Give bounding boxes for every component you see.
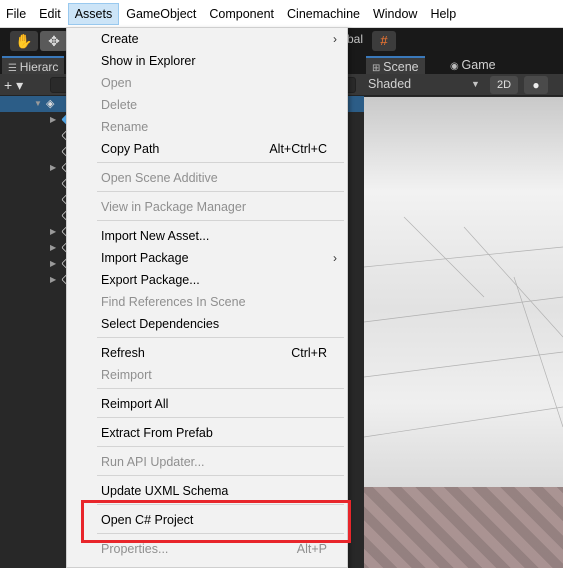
- menu-item-label: Import Package: [101, 251, 189, 265]
- lighting-toggle-icon[interactable]: ●: [524, 76, 548, 94]
- tab-game-label: Game: [461, 58, 496, 72]
- tab-hierarchy-label: Hierarc: [19, 60, 59, 74]
- scene-panel: ⊞ Scene ◉ Game Shaded ▼ 2D ●: [364, 54, 563, 568]
- highlight-box: [81, 500, 351, 543]
- scene-tab-bar: ⊞ Scene ◉ Game: [364, 54, 563, 74]
- menu-item-label: Create: [101, 32, 139, 46]
- menu-item-label: Select Dependencies: [101, 317, 220, 331]
- menu-item-find-references[interactable]: Find References In Scene: [67, 291, 347, 313]
- scene-floor: [364, 487, 563, 568]
- tab-scene-label: Scene: [383, 60, 419, 74]
- expand-arrow-icon[interactable]: ▶: [50, 163, 56, 172]
- menu-item-open-scene-additive[interactable]: Open Scene Additive: [67, 167, 347, 189]
- menu-help[interactable]: Help: [424, 3, 462, 25]
- menu-item-shortcut: Alt+Ctrl+C: [269, 142, 327, 156]
- menu-item-label: Run API Updater...: [101, 455, 205, 469]
- unity-scene-icon: ◈: [46, 98, 55, 110]
- menu-bar: File Edit Assets GameObject Component Ci…: [0, 0, 563, 28]
- menu-component[interactable]: Component: [203, 3, 280, 25]
- submenu-arrow-icon: ›: [333, 32, 337, 46]
- scene-grid-icon: ⊞: [372, 63, 384, 74]
- tab-scene[interactable]: ⊞ Scene: [366, 56, 425, 74]
- list-icon: ☰: [8, 63, 20, 74]
- menu-item-open[interactable]: Open: [67, 72, 347, 94]
- menu-item-label: View in Package Manager: [101, 200, 246, 214]
- menu-gameobject[interactable]: GameObject: [120, 3, 202, 25]
- expand-arrow-icon[interactable]: ▶: [50, 259, 56, 268]
- menu-separator: [97, 220, 344, 221]
- dropdown-arrow-icon[interactable]: ▼: [471, 79, 480, 89]
- tab-hierarchy[interactable]: ☰ Hierarc: [2, 56, 65, 74]
- menu-item-label: Reimport All: [101, 397, 169, 411]
- menu-separator: [97, 417, 344, 418]
- menu-separator: [97, 337, 344, 338]
- menu-edit[interactable]: Edit: [33, 3, 67, 25]
- scene-viewport[interactable]: [364, 97, 563, 568]
- menu-item-show-in-explorer[interactable]: Show in Explorer: [67, 50, 347, 72]
- menu-item-delete[interactable]: Delete: [67, 94, 347, 116]
- move-tool-icon[interactable]: ✥: [40, 31, 68, 51]
- menu-separator: [97, 162, 344, 163]
- add-object-button[interactable]: + ▾: [4, 76, 23, 94]
- menu-item-label: Show in Explorer: [101, 54, 196, 68]
- expand-arrow-icon[interactable]: ▶: [50, 115, 56, 124]
- menu-separator: [97, 191, 344, 192]
- menu-item-label: Open: [101, 76, 132, 90]
- gamepad-icon: ◉: [450, 61, 462, 72]
- menu-item-create[interactable]: Create ›: [67, 28, 347, 50]
- menu-separator: [97, 475, 344, 476]
- menu-item-import-package[interactable]: Import Package ›: [67, 247, 347, 269]
- assets-dropdown-menu: Create › Show in Explorer Open Delete Ren…: [66, 27, 348, 568]
- menu-separator: [97, 388, 344, 389]
- menu-item-label: Open Scene Additive: [101, 171, 218, 185]
- menu-item-shortcut: Ctrl+R: [291, 346, 327, 360]
- menu-file[interactable]: File: [0, 3, 32, 25]
- tab-game[interactable]: ◉ Game: [444, 56, 502, 74]
- menu-item-label: Extract From Prefab: [101, 426, 213, 440]
- shading-mode-dropdown[interactable]: Shaded: [368, 77, 411, 91]
- toggle-2d-button[interactable]: 2D: [490, 76, 518, 94]
- menu-item-import-new-asset[interactable]: Import New Asset...: [67, 225, 347, 247]
- menu-item-refresh[interactable]: Refresh Ctrl+R: [67, 342, 347, 364]
- menu-item-run-api-updater[interactable]: Run API Updater...: [67, 451, 347, 473]
- menu-item-label: Delete: [101, 98, 138, 112]
- menu-item-select-dependencies[interactable]: Select Dependencies: [67, 313, 347, 335]
- expand-arrow-icon[interactable]: ▶: [50, 275, 56, 284]
- grid-snap-icon[interactable]: #: [372, 31, 396, 51]
- menu-cinemachine[interactable]: Cinemachine: [281, 3, 366, 25]
- menu-item-extract-from-prefab[interactable]: Extract From Prefab: [67, 422, 347, 444]
- pivot-global-toggle[interactable]: bal: [347, 32, 363, 46]
- menu-item-label: Update UXML Schema: [101, 484, 229, 498]
- menu-item-rename[interactable]: Rename: [67, 116, 347, 138]
- menu-item-copy-path[interactable]: Copy Path Alt+Ctrl+C: [67, 138, 347, 160]
- menu-item-label: Find References In Scene: [101, 295, 246, 309]
- menu-item-label: Rename: [101, 120, 149, 134]
- menu-separator: [97, 446, 344, 447]
- expand-arrow-icon[interactable]: ▶: [50, 227, 56, 236]
- menu-item-export-package[interactable]: Export Package...: [67, 269, 347, 291]
- menu-item-view-in-package-manager[interactable]: View in Package Manager: [67, 196, 347, 218]
- menu-item-label: Reimport: [101, 368, 152, 382]
- menu-item-reimport[interactable]: Reimport: [67, 364, 347, 386]
- menu-item-label: Copy Path: [101, 142, 160, 156]
- menu-item-label: Export Package...: [101, 273, 200, 287]
- menu-item-update-uxml-schema[interactable]: Update UXML Schema: [67, 480, 347, 502]
- menu-window[interactable]: Window: [367, 3, 423, 25]
- hand-tool-icon[interactable]: ✋: [10, 31, 38, 51]
- collapse-arrow-icon[interactable]: ▼: [34, 99, 42, 108]
- scene-toolbar: Shaded ▼ 2D ●: [364, 74, 563, 96]
- expand-arrow-icon[interactable]: ▶: [50, 243, 56, 252]
- menu-item-reimport-all[interactable]: Reimport All: [67, 393, 347, 415]
- menu-assets[interactable]: Assets: [67, 2, 120, 25]
- submenu-arrow-icon: ›: [333, 251, 337, 265]
- menu-item-label: Refresh: [101, 346, 145, 360]
- menu-item-label: Import New Asset...: [101, 229, 210, 243]
